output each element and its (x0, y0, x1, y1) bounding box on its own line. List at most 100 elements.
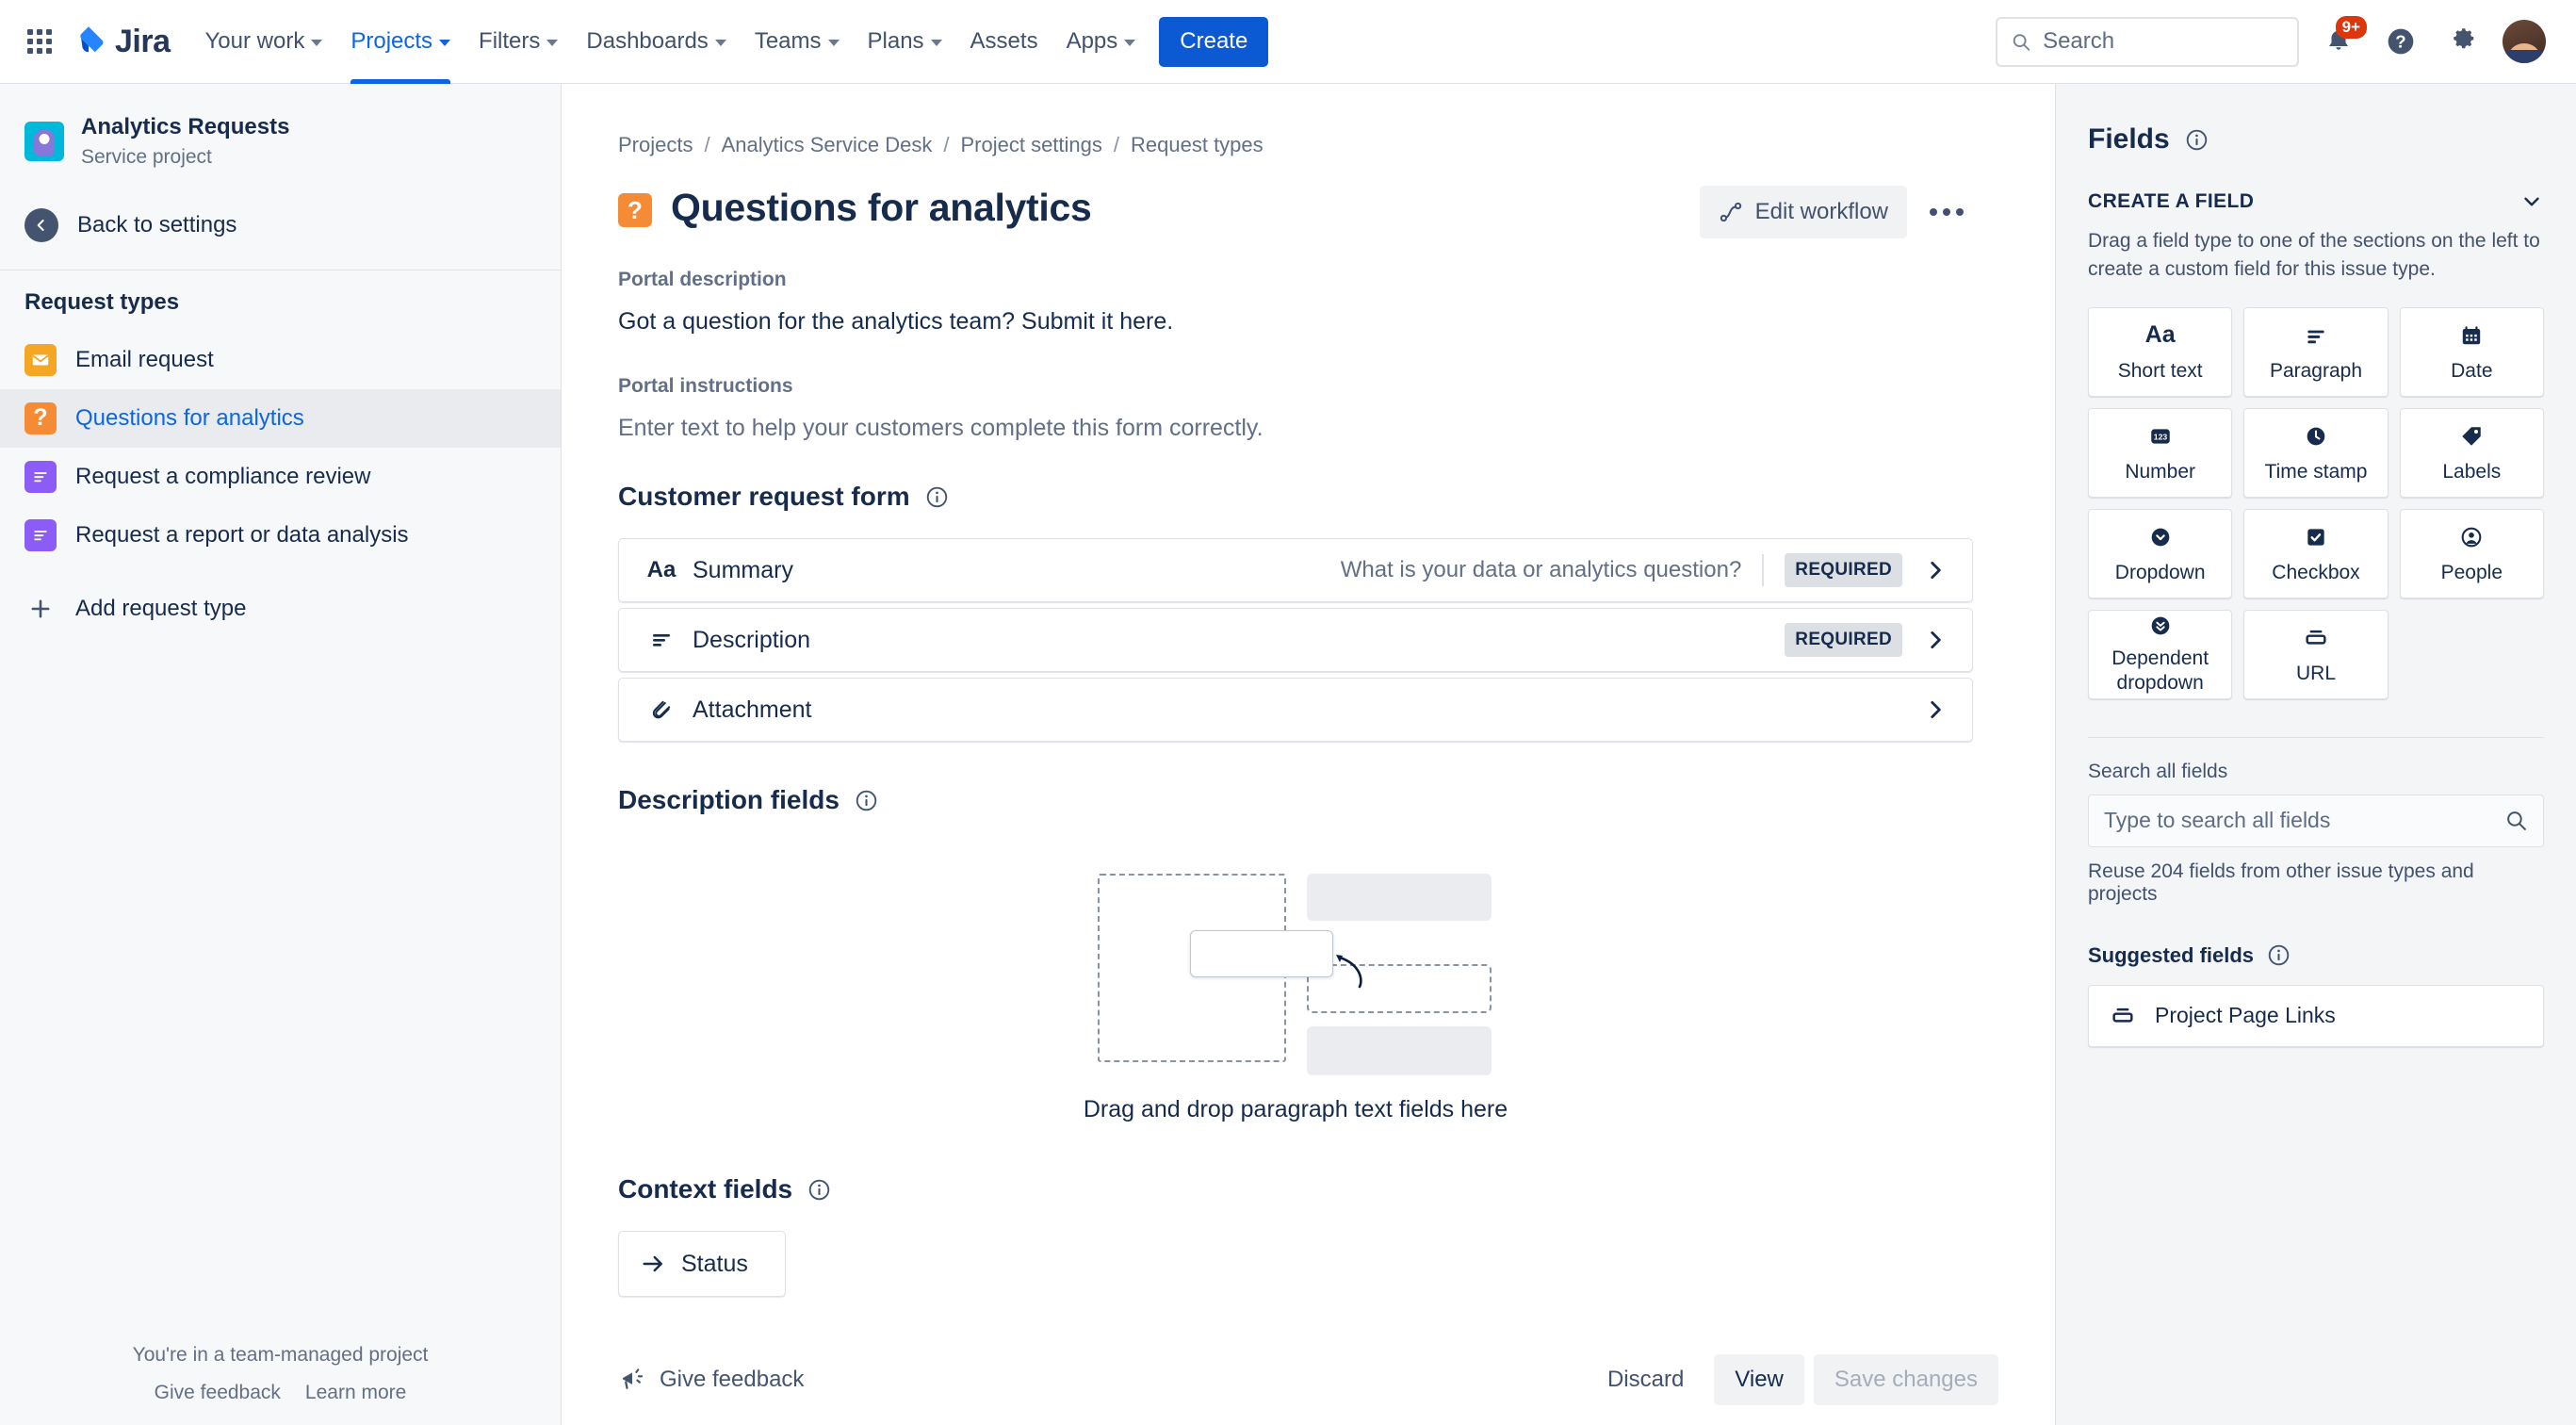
url-icon (2303, 623, 2329, 653)
breadcrumb-request-types[interactable]: Request types (1131, 133, 1264, 157)
form-field-row-attachment[interactable]: Attachment (618, 678, 1973, 742)
drag-arrow-icon (1336, 955, 1362, 989)
sidebar: Analytics Requests Service project Back … (0, 84, 562, 1425)
form-field-row-description[interactable]: Description REQUIRED (618, 608, 1973, 672)
field-type-labels[interactable]: Labels (2399, 407, 2544, 498)
more-actions-button[interactable] (1920, 186, 1973, 238)
info-icon[interactable] (855, 789, 878, 812)
create-a-field-description: Drag a field type to one of the sections… (2088, 230, 2540, 281)
context-field-label: Status (681, 1250, 748, 1277)
question-icon: ? (24, 401, 57, 434)
nav-your-work[interactable]: Your work (193, 15, 335, 68)
sidebar-item-request-a-report-or-data-analysis[interactable]: Request a report or data analysis (0, 506, 561, 565)
chevron-down-icon (311, 40, 323, 46)
save-changes-button[interactable]: Save changes (1813, 1354, 1998, 1405)
help-icon[interactable]: ? (2378, 19, 2423, 64)
question-circle-icon: ? (2388, 28, 2414, 55)
nav-label: Filters (479, 28, 541, 54)
search-all-fields-input[interactable] (2104, 808, 2504, 834)
form-field-row-summary[interactable]: Aa Summary What is your data or analytic… (618, 538, 1973, 602)
view-button[interactable]: View (1714, 1354, 1804, 1405)
field-type-dependent-dropdown[interactable]: Dependent dropdown (2088, 609, 2233, 699)
search-all-fields-label: Search all fields (2088, 760, 2228, 782)
nav-projects[interactable]: Projects (338, 15, 463, 84)
breadcrumb-analytics-service-desk[interactable]: Analytics Service Desk (722, 133, 933, 157)
create-button[interactable]: Create (1159, 16, 1269, 67)
field-type-label: People (2440, 561, 2503, 583)
field-type-url[interactable]: URL (2243, 609, 2389, 699)
email-icon (24, 343, 57, 376)
portal-description-value[interactable]: Got a question for the analytics team? S… (618, 308, 1973, 336)
notifications-icon[interactable]: 9+ (2316, 16, 2367, 64)
dropzone-bar-top (1307, 874, 1492, 921)
info-icon[interactable] (2267, 943, 2291, 967)
main-footer-bar: Give feedback Discard View Save changes (562, 1335, 2055, 1425)
paragraph-icon (24, 460, 57, 493)
nav-assets[interactable]: Assets (958, 15, 1051, 68)
chevron-down-icon (439, 40, 451, 46)
sidebar-learn-more-link[interactable]: Learn more (305, 1382, 406, 1404)
back-arrow-icon (24, 207, 58, 242)
field-type-short-text[interactable]: Aa Short text (2088, 306, 2233, 397)
page-title: Questions for analytics (671, 186, 1092, 229)
number-icon: 123 (2148, 421, 2173, 451)
nav-filters[interactable]: Filters (466, 15, 570, 68)
info-icon[interactable] (2185, 128, 2209, 152)
main-content: Projects / Analytics Service Desk / Proj… (562, 84, 2055, 1425)
context-field-status[interactable]: Status (618, 1231, 786, 1297)
nav-apps[interactable]: Apps (1054, 15, 1149, 68)
info-icon[interactable] (807, 1178, 831, 1202)
sidebar-item-label: Request a compliance review (75, 463, 371, 489)
nav-plans[interactable]: Plans (856, 15, 954, 68)
chevron-down-icon (827, 40, 840, 46)
field-type-paragraph[interactable]: Paragraph (2243, 306, 2389, 397)
portal-instructions-value[interactable]: Enter text to help your customers comple… (618, 415, 1973, 442)
chevron-right-icon[interactable] (1923, 558, 1948, 582)
sidebar-give-feedback-link[interactable]: Give feedback (155, 1382, 281, 1404)
chevron-right-icon[interactable] (1923, 628, 1948, 652)
field-type-people[interactable]: People (2399, 508, 2544, 598)
sidebar-item-questions-for-analytics[interactable]: ? Questions for analytics (0, 388, 561, 448)
short-text-icon: Aa (2144, 321, 2176, 349)
field-type-checkbox[interactable]: Checkbox (2243, 508, 2389, 598)
field-type-date[interactable]: Date (2399, 306, 2544, 397)
nav-teams[interactable]: Teams (742, 15, 852, 68)
description-fields-header: Description fields (618, 785, 1973, 815)
give-feedback-button[interactable]: Give feedback (618, 1366, 804, 1394)
section-title: Context fields (618, 1174, 793, 1204)
avatar[interactable] (2503, 20, 2546, 63)
calendar-icon (2459, 320, 2484, 351)
search-all-fields-box[interactable] (2088, 794, 2544, 847)
jira-logo[interactable]: Jira (72, 24, 171, 60)
sidebar-item-back-to-settings[interactable]: Back to settings (0, 196, 561, 254)
field-type-number[interactable]: 123 Number (2088, 407, 2233, 498)
breadcrumb-projects[interactable]: Projects (618, 133, 693, 157)
nav-dashboards[interactable]: Dashboards (574, 15, 738, 68)
chevron-right-icon[interactable] (1923, 697, 1948, 722)
sidebar-item-email-request[interactable]: Email request (0, 331, 561, 389)
sidebar-item-request-a-compliance-review[interactable]: Request a compliance review (0, 448, 561, 506)
project-type: Service project (81, 146, 212, 169)
sidebar-item-add-request-type[interactable]: Add request type (0, 580, 561, 638)
suggested-field-project-page-links[interactable]: Project Page Links (2088, 984, 2544, 1047)
edit-workflow-button[interactable]: Edit workflow (1699, 186, 1907, 238)
fields-panel: Fields CREATE A FIELD Drag a field type … (2055, 84, 2576, 1425)
search-input[interactable] (2043, 28, 2284, 55)
field-type-time-stamp[interactable]: Time stamp (2243, 407, 2389, 498)
field-type-label: URL (2295, 662, 2336, 684)
page-header-actions: Edit workflow (1699, 186, 1973, 238)
field-type-dropdown[interactable]: Dropdown (2088, 508, 2233, 598)
discard-button[interactable]: Discard (1587, 1354, 1704, 1405)
reuse-fields-note: Reuse 204 fields from other issue types … (2088, 860, 2474, 905)
breadcrumb-project-settings[interactable]: Project settings (960, 133, 1101, 157)
sidebar-project-header[interactable]: Analytics Requests Service project (0, 101, 561, 181)
info-icon[interactable] (925, 485, 949, 509)
global-search[interactable] (1996, 16, 2299, 67)
field-type-label: Date (2451, 359, 2493, 382)
settings-icon[interactable] (2440, 19, 2486, 64)
app-switcher-icon[interactable] (21, 23, 58, 60)
create-a-field-section-toggle[interactable]: CREATE A FIELD (2088, 189, 2544, 214)
nav-label: Projects (351, 28, 433, 54)
chevron-down-icon[interactable] (2519, 189, 2544, 214)
description-fields-dropzone[interactable]: Drag and drop paragraph text fields here (618, 842, 1973, 1133)
